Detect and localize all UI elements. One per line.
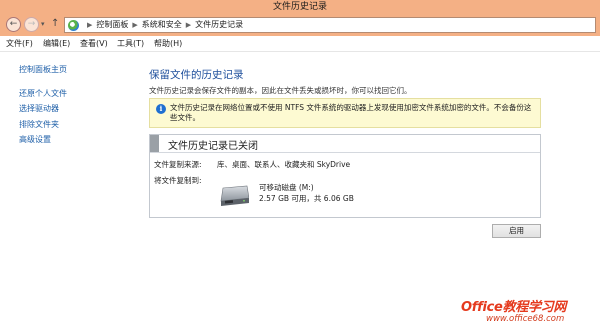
navigation-bar: ← → ▾ ↑ ▶ 控制面板 ▶ 系统和安全 ▶ 文件历史记录 bbox=[0, 14, 600, 36]
copy-to-label: 将文件复制到: bbox=[154, 176, 202, 185]
menu-file[interactable]: 文件(F) bbox=[6, 36, 33, 52]
page-title: 保留文件的历史记录 bbox=[149, 69, 244, 81]
page-description: 文件历史记录会保存文件的副本，因此在文件丢失或损坏时，你可以找回它们。 bbox=[149, 86, 412, 95]
breadcrumb: ▶ 控制面板 ▶ 系统和安全 ▶ 文件历史记录 bbox=[83, 18, 243, 32]
copy-from-label: 文件复制来源: bbox=[154, 160, 202, 169]
status-header: 文件历史记录已关闭 bbox=[150, 135, 540, 153]
control-panel-icon bbox=[68, 20, 79, 31]
info-message: 文件历史记录在网络位置或不使用 NTFS 文件系统的驱动器上发现使用加密文件系统… bbox=[170, 103, 532, 122]
drive-space: 2.57 GB 可用，共 6.06 GB bbox=[259, 194, 354, 203]
watermark-title: Office教程学习网 bbox=[461, 300, 567, 315]
recent-locations-chevron-icon[interactable]: ▾ bbox=[41, 20, 45, 28]
removable-drive-icon bbox=[220, 185, 249, 206]
watermark-url: www.office68.com bbox=[486, 314, 565, 324]
info-banner: i 文件历史记录在网络位置或不使用 NTFS 文件系统的驱动器上发现使用加密文件… bbox=[149, 98, 541, 128]
menu-edit[interactable]: 编辑(E) bbox=[43, 36, 70, 52]
sidebar-item-advanced-settings[interactable]: 高级设置 bbox=[19, 134, 51, 145]
status-title: 文件历史记录已关闭 bbox=[168, 141, 258, 152]
breadcrumb-separator-icon: ▶ bbox=[87, 21, 93, 29]
status-marker bbox=[150, 135, 159, 152]
drive-name: 可移动磁盘 (M:) bbox=[259, 183, 314, 192]
breadcrumb-separator-icon[interactable]: ▶ bbox=[132, 21, 137, 29]
sidebar-item-select-drive[interactable]: 选择驱动器 bbox=[19, 103, 59, 114]
forward-arrow-icon[interactable]: → bbox=[24, 17, 39, 32]
menu-tools[interactable]: 工具(T) bbox=[117, 36, 144, 52]
address-bar[interactable]: ▶ 控制面板 ▶ 系统和安全 ▶ 文件历史记录 bbox=[64, 17, 596, 33]
info-icon: i bbox=[156, 104, 166, 114]
sidebar-item-control-panel-home[interactable]: 控制面板主页 bbox=[19, 64, 67, 75]
breadcrumb-control-panel[interactable]: 控制面板 bbox=[96, 20, 128, 29]
breadcrumb-separator-icon[interactable]: ▶ bbox=[186, 21, 191, 29]
back-arrow-icon[interactable]: ← bbox=[6, 17, 21, 32]
enable-button[interactable]: 启用 bbox=[492, 224, 541, 238]
copy-from-value: 库、桌面、联系人、收藏夹和 SkyDrive bbox=[217, 160, 351, 169]
menu-bar: 文件(F) 编辑(E) 查看(V) 工具(T) 帮助(H) bbox=[0, 36, 600, 52]
sidebar-item-restore-files[interactable]: 还原个人文件 bbox=[19, 88, 67, 99]
sidebar-item-exclude-folders[interactable]: 排除文件夹 bbox=[19, 119, 59, 130]
window-title: 文件历史记录 bbox=[272, 2, 327, 12]
up-arrow-icon[interactable]: ↑ bbox=[51, 18, 59, 29]
status-panel: 文件历史记录已关闭 文件复制来源: 库、桌面、联系人、收藏夹和 SkyDrive… bbox=[149, 134, 541, 218]
menu-view[interactable]: 查看(V) bbox=[80, 36, 108, 52]
breadcrumb-file-history[interactable]: 文件历史记录 bbox=[195, 20, 243, 29]
title-bar: 文件历史记录 bbox=[0, 0, 600, 14]
menu-help[interactable]: 帮助(H) bbox=[154, 36, 182, 52]
breadcrumb-system-security[interactable]: 系统和安全 bbox=[142, 20, 182, 29]
